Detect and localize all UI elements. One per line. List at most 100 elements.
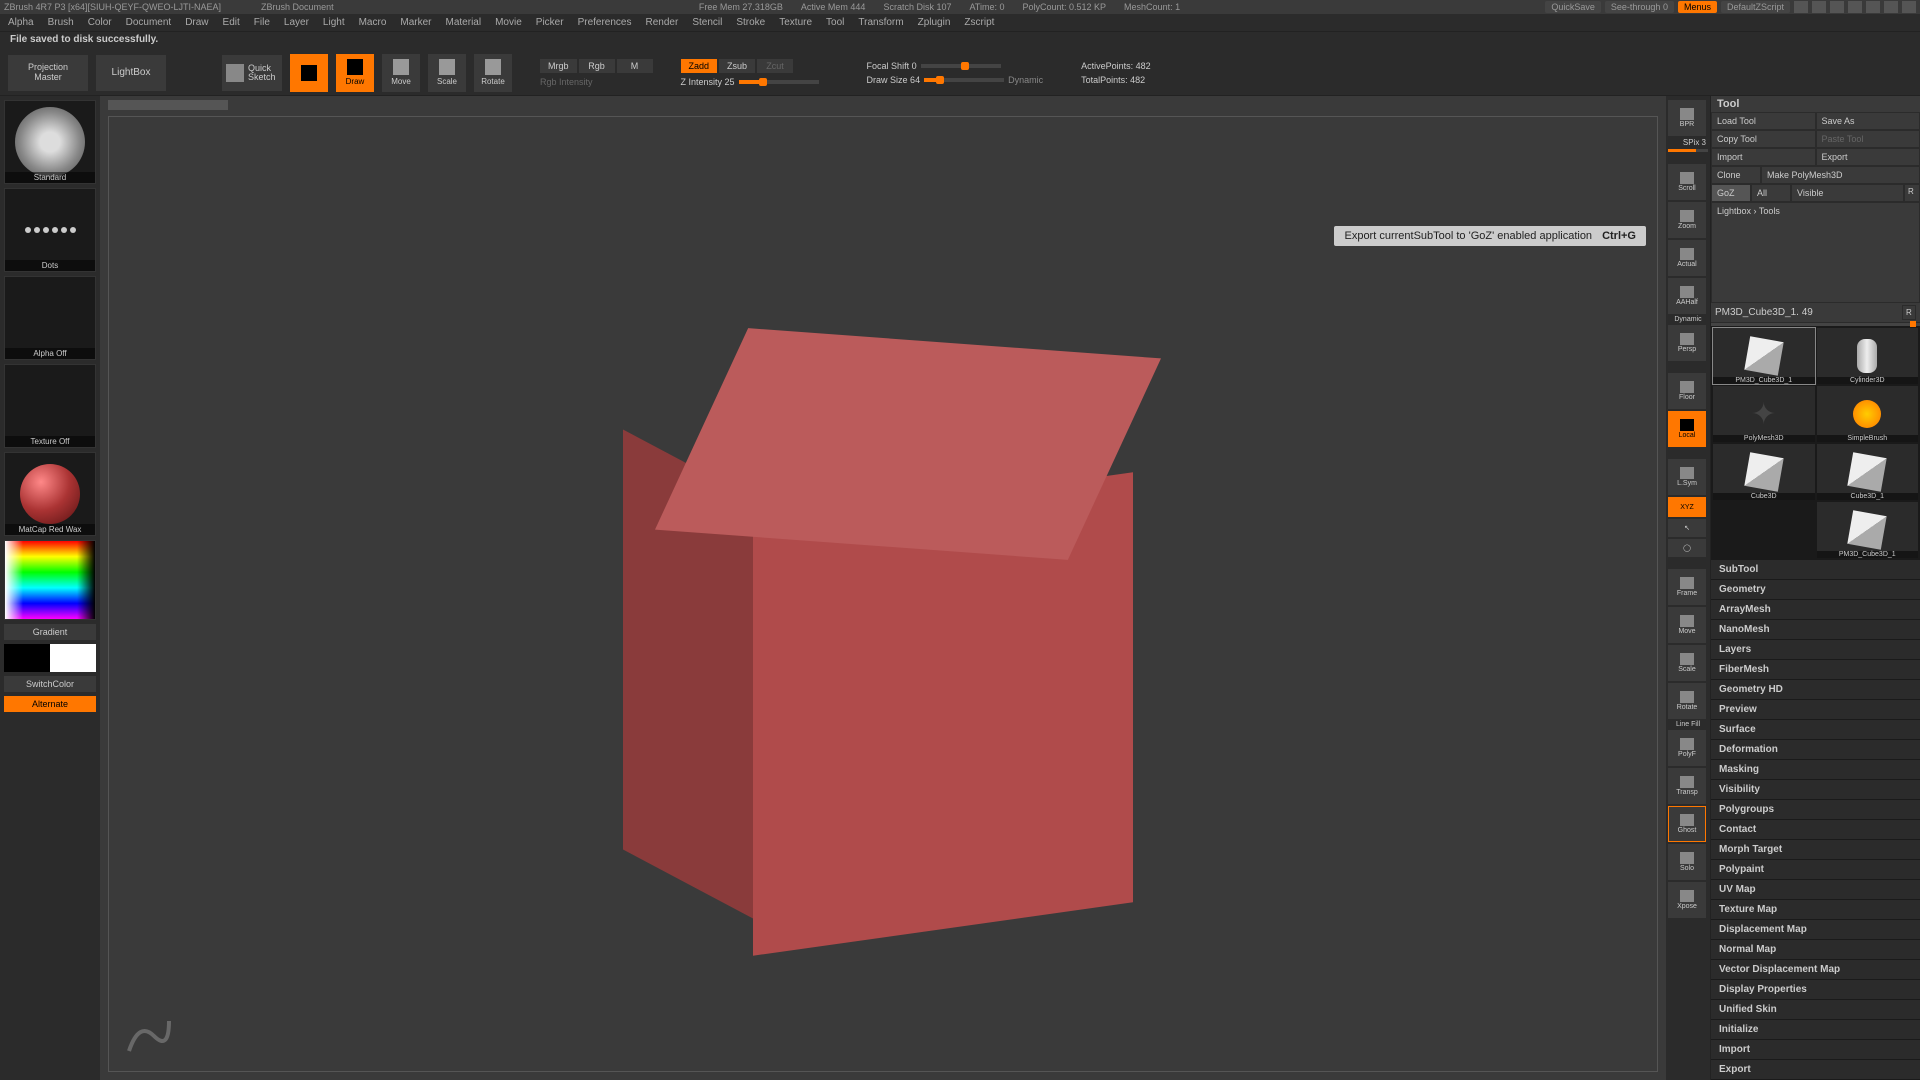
r-button[interactable]: R bbox=[1902, 305, 1916, 320]
section-geometry[interactable]: Geometry bbox=[1711, 580, 1920, 600]
clone-button[interactable]: Clone bbox=[1711, 166, 1761, 184]
default-script-button[interactable]: DefaultZScript bbox=[1721, 1, 1790, 13]
switch-color-button[interactable]: SwitchColor bbox=[4, 676, 96, 692]
thumb-cube3d[interactable]: Cube3D bbox=[1713, 444, 1815, 500]
section-unified-skin[interactable]: Unified Skin bbox=[1711, 1000, 1920, 1020]
scroll-button[interactable]: Scroll bbox=[1668, 164, 1706, 200]
close-icon[interactable] bbox=[1902, 1, 1916, 13]
menus-button[interactable]: Menus bbox=[1678, 1, 1717, 13]
section-displacement-map[interactable]: Displacement Map bbox=[1711, 920, 1920, 940]
menu-document[interactable]: Document bbox=[126, 17, 172, 28]
thumb-simplebrush[interactable]: SimpleBrush bbox=[1817, 386, 1919, 442]
xyz-button[interactable]: XYZ bbox=[1668, 497, 1706, 517]
quicksave-button[interactable]: QuickSave bbox=[1545, 1, 1601, 13]
menu-edit[interactable]: Edit bbox=[223, 17, 240, 28]
move-nav-button[interactable]: Move bbox=[1668, 607, 1706, 643]
lightbox-tools-button[interactable]: Lightbox › Tools bbox=[1711, 202, 1920, 303]
cursor-button[interactable]: ↖ bbox=[1668, 519, 1706, 537]
section-fibermesh[interactable]: FiberMesh bbox=[1711, 660, 1920, 680]
section-uv-map[interactable]: UV Map bbox=[1711, 880, 1920, 900]
local-button[interactable]: Local bbox=[1668, 411, 1706, 447]
transp-button[interactable]: Transp bbox=[1668, 768, 1706, 804]
zadd-button[interactable]: Zadd bbox=[681, 59, 718, 73]
maximize-icon[interactable] bbox=[1884, 1, 1898, 13]
menu-layer[interactable]: Layer bbox=[284, 17, 309, 28]
section-normal-map[interactable]: Normal Map bbox=[1711, 940, 1920, 960]
menu-file[interactable]: File bbox=[254, 17, 270, 28]
frame-button[interactable]: Frame bbox=[1668, 569, 1706, 605]
viewport[interactable] bbox=[108, 116, 1658, 1072]
menu-render[interactable]: Render bbox=[646, 17, 679, 28]
thumb-cylinder[interactable]: Cylinder3D bbox=[1817, 328, 1919, 384]
paste-tool-button[interactable]: Paste Tool bbox=[1816, 130, 1920, 148]
edit-mode-button[interactable] bbox=[290, 54, 328, 92]
alternate-button[interactable]: Alternate bbox=[4, 696, 96, 712]
menu-material[interactable]: Material bbox=[446, 17, 482, 28]
menu-stroke[interactable]: Stroke bbox=[736, 17, 765, 28]
color-picker[interactable] bbox=[4, 540, 96, 620]
thumb-cube3d-1[interactable]: Cube3D_1 bbox=[1817, 444, 1919, 500]
section-initialize[interactable]: Initialize bbox=[1711, 1020, 1920, 1040]
goz-all-button[interactable]: All bbox=[1751, 184, 1791, 202]
lsym-button[interactable]: L.Sym bbox=[1668, 459, 1706, 495]
brush-slot[interactable]: Standard bbox=[4, 100, 96, 184]
swatch-white[interactable] bbox=[50, 644, 96, 672]
scale-nav-button[interactable]: Scale bbox=[1668, 645, 1706, 681]
section-arraymesh[interactable]: ArrayMesh bbox=[1711, 600, 1920, 620]
section-morph-target[interactable]: Morph Target bbox=[1711, 840, 1920, 860]
persp-button[interactable]: Persp bbox=[1668, 325, 1706, 361]
section-deformation[interactable]: Deformation bbox=[1711, 740, 1920, 760]
move-mode-button[interactable]: Move bbox=[382, 54, 420, 92]
menu-preferences[interactable]: Preferences bbox=[578, 17, 632, 28]
document-tab[interactable] bbox=[108, 100, 228, 110]
focal-shift-slider[interactable] bbox=[921, 64, 1001, 68]
menu-color[interactable]: Color bbox=[88, 17, 112, 28]
section-contact[interactable]: Contact bbox=[1711, 820, 1920, 840]
goz-visible-button[interactable]: Visible bbox=[1791, 184, 1904, 202]
lightbox-button[interactable]: LightBox bbox=[96, 55, 166, 91]
section-polypaint[interactable]: Polypaint bbox=[1711, 860, 1920, 880]
color-swatches[interactable] bbox=[4, 644, 96, 672]
alpha-slot[interactable]: Alpha Off bbox=[4, 276, 96, 360]
minimize-icon[interactable] bbox=[1866, 1, 1880, 13]
section-subtool[interactable]: SubTool bbox=[1711, 560, 1920, 580]
section-export[interactable]: Export bbox=[1711, 1060, 1920, 1080]
menu-stencil[interactable]: Stencil bbox=[692, 17, 722, 28]
scale-mode-button[interactable]: Scale bbox=[428, 54, 466, 92]
texture-slot[interactable]: Texture Off bbox=[4, 364, 96, 448]
menu-movie[interactable]: Movie bbox=[495, 17, 522, 28]
seethrough-slider[interactable]: See-through 0 bbox=[1605, 1, 1674, 13]
thumb-pm3d-cube-1[interactable]: PM3D_Cube3D_1 bbox=[1817, 502, 1919, 558]
swatch-black[interactable] bbox=[4, 644, 50, 672]
material-slot[interactable]: MatCap Red Wax bbox=[4, 452, 96, 536]
goz-button[interactable]: GoZ bbox=[1711, 184, 1751, 202]
actual-button[interactable]: Actual bbox=[1668, 240, 1706, 276]
section-layers[interactable]: Layers bbox=[1711, 640, 1920, 660]
goz-r-button[interactable]: R bbox=[1904, 184, 1920, 202]
menu-marker[interactable]: Marker bbox=[400, 17, 431, 28]
dynamic-label[interactable]: Dynamic bbox=[1008, 75, 1043, 85]
zcut-button[interactable]: Zcut bbox=[757, 59, 793, 73]
menu-transform[interactable]: Transform bbox=[858, 17, 903, 28]
copy-tool-button[interactable]: Copy Tool bbox=[1711, 130, 1816, 148]
polyf-button[interactable]: PolyF bbox=[1668, 730, 1706, 766]
zsub-button[interactable]: Zsub bbox=[719, 59, 755, 73]
section-polygroups[interactable]: Polygroups bbox=[1711, 800, 1920, 820]
projection-master-button[interactable]: Projection Master bbox=[8, 55, 88, 91]
window-icon[interactable] bbox=[1812, 1, 1826, 13]
floor-button[interactable]: Floor bbox=[1668, 373, 1706, 409]
section-visibility[interactable]: Visibility bbox=[1711, 780, 1920, 800]
make-polymesh-button[interactable]: Make PolyMesh3D bbox=[1761, 166, 1920, 184]
section-nanomesh[interactable]: NanoMesh bbox=[1711, 620, 1920, 640]
menu-alpha[interactable]: Alpha bbox=[8, 17, 34, 28]
aahalf-button[interactable]: AAHalf bbox=[1668, 278, 1706, 314]
menu-tool[interactable]: Tool bbox=[826, 17, 844, 28]
spix-slider[interactable]: SPix 3 bbox=[1668, 138, 1708, 152]
window-icon[interactable] bbox=[1794, 1, 1808, 13]
z-intensity-slider[interactable] bbox=[739, 80, 819, 84]
menu-brush[interactable]: Brush bbox=[48, 17, 74, 28]
menu-draw[interactable]: Draw bbox=[185, 17, 208, 28]
target-button[interactable]: ◯ bbox=[1668, 539, 1706, 557]
export-button[interactable]: Export bbox=[1816, 148, 1920, 166]
menu-texture[interactable]: Texture bbox=[779, 17, 812, 28]
